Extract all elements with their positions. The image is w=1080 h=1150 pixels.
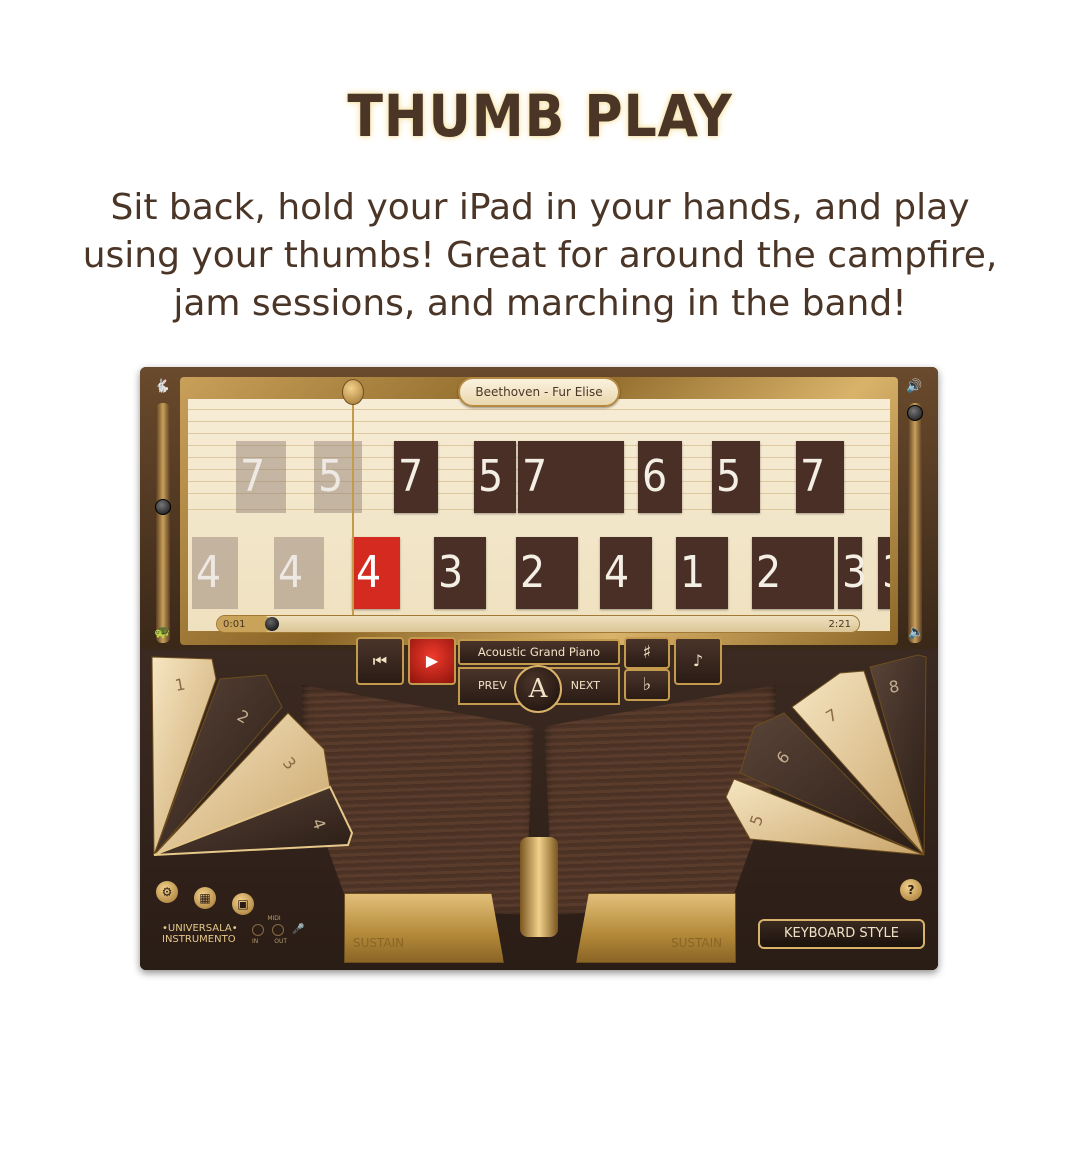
midi-out-label: OUT bbox=[274, 938, 288, 945]
settings-gear-icon[interactable]: ⚙ bbox=[156, 881, 178, 903]
description-line: jam sessions, and marching in the band! bbox=[173, 283, 907, 324]
help-icon[interactable]: ? bbox=[900, 879, 922, 901]
description: Sit back, hold your iPad in your hands, … bbox=[60, 184, 1020, 328]
sustain-left-button[interactable]: SUSTAIN bbox=[344, 893, 504, 963]
sustain-right-button[interactable]: SUSTAIN bbox=[576, 893, 736, 963]
midi-in-label: IN bbox=[252, 938, 259, 945]
save-disk-icon[interactable]: ▣ bbox=[232, 893, 254, 915]
description-line: using your thumbs! Great for around the … bbox=[82, 235, 998, 276]
right-key-group: 5 6 7 8 bbox=[725, 654, 927, 856]
headline: THUMB PLAY bbox=[347, 82, 733, 150]
midi-label: MIDI bbox=[267, 915, 281, 922]
brand-logo: •UNIVERSALA• INSTRUMENTO bbox=[162, 923, 238, 945]
midi-out-icon bbox=[272, 924, 284, 936]
brand-line-1: •UNIVERSALA• bbox=[162, 923, 238, 934]
left-key-group: 1 2 3 4 bbox=[151, 656, 354, 856]
brand-line-2: INSTRUMENTO bbox=[162, 934, 236, 945]
keyboard-style-button[interactable]: KEYBOARD STYLE bbox=[758, 919, 925, 949]
thumb-keys: 1 2 3 4 5 6 7 8 bbox=[151, 654, 927, 856]
midi-indicator: MIDI 🎤 IN OUT bbox=[252, 915, 304, 945]
keypad-grid-icon[interactable]: ▦ bbox=[194, 887, 216, 909]
microphone-icon: 🎤 bbox=[292, 924, 305, 935]
ipad-screenshot: 🐇 🐢 🔊 🔈 7 5 7 5 7 6 5 7 4 4 4 3 2 4 1 2 bbox=[140, 367, 938, 970]
description-line: Sit back, hold your iPad in your hands, … bbox=[110, 187, 970, 228]
midi-in-icon bbox=[252, 924, 264, 936]
